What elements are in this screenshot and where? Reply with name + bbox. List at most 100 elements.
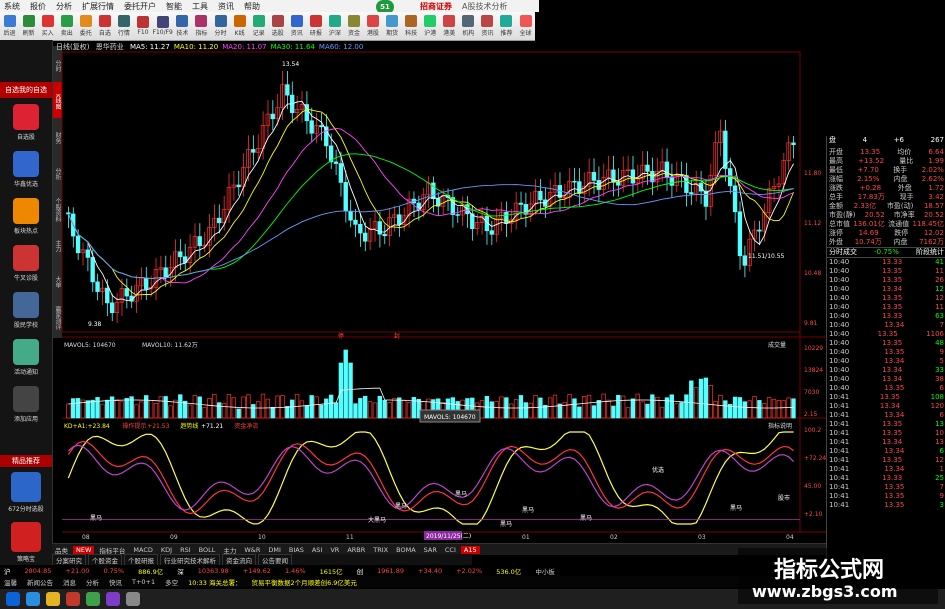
candle-body[interactable] [105, 287, 110, 304]
volume-bar[interactable] [596, 400, 601, 419]
volume-bar[interactable] [187, 404, 193, 419]
volume-bar[interactable] [684, 394, 689, 419]
info-item-6[interactable]: 多空 [165, 577, 178, 587]
info-item-5[interactable]: T+0+1 [132, 578, 155, 586]
volume-bar[interactable] [275, 395, 280, 419]
volume-bar[interactable] [737, 397, 743, 419]
volume-bar[interactable] [698, 378, 704, 419]
volume-bar[interactable] [207, 398, 212, 419]
volume-bar[interactable] [679, 402, 684, 419]
research-tab-3[interactable]: 行业研究技术解析 [160, 553, 220, 566]
chat-icon[interactable] [86, 592, 100, 606]
indicator-tab-9[interactable]: DMI [265, 546, 284, 554]
candle-body[interactable] [669, 176, 674, 186]
volume-bar[interactable] [333, 402, 339, 419]
candle-body[interactable] [338, 163, 344, 183]
info-item-2[interactable]: 消息 [63, 577, 76, 587]
media-icon[interactable] [106, 592, 120, 606]
volume-bar[interactable] [489, 401, 494, 419]
candle-body[interactable] [723, 130, 728, 169]
volume-bar[interactable] [762, 403, 767, 419]
volume-bar[interactable] [226, 394, 232, 419]
candle-body[interactable] [382, 233, 387, 237]
candle-body[interactable] [124, 288, 129, 297]
volume-bar[interactable] [382, 400, 387, 419]
volume-bar[interactable] [674, 403, 679, 419]
indicator-tab-17[interactable]: CCI [442, 546, 459, 554]
candle-body[interactable] [343, 182, 348, 212]
indicator-tab-15[interactable]: BOMA [393, 546, 419, 554]
volume-bar[interactable] [757, 400, 762, 419]
volume-bar[interactable] [392, 398, 397, 419]
volume-bar[interactable] [708, 384, 713, 419]
indicator-tab-18[interactable]: A15 [460, 545, 480, 554]
volume-bar[interactable] [90, 399, 95, 419]
volume-bar[interactable] [134, 404, 139, 419]
indicator-tab-4[interactable]: KDJ [158, 546, 175, 554]
volume-bar[interactable] [353, 403, 358, 419]
volume-bar[interactable] [290, 399, 295, 419]
volume-bar[interactable] [650, 394, 655, 419]
candle-body[interactable] [596, 180, 601, 190]
indicator-tab-8[interactable]: W&R [241, 546, 263, 554]
candle-body[interactable] [732, 185, 738, 213]
indicator-tab-6[interactable]: BOLL [196, 546, 219, 554]
volume-bar[interactable] [260, 393, 266, 419]
volume-bar[interactable] [265, 398, 271, 419]
volume-bar[interactable] [577, 406, 582, 419]
candle-body[interactable] [75, 235, 81, 254]
volume-bar[interactable] [538, 397, 543, 419]
volume-bar[interactable] [95, 397, 100, 419]
volume-bar[interactable] [387, 402, 392, 419]
volume-bar[interactable] [776, 400, 782, 419]
volume-bar[interactable] [348, 362, 353, 419]
indicator-tab-10[interactable]: BIAS [286, 546, 307, 554]
volume-bar[interactable] [640, 401, 645, 419]
volume-bar[interactable] [280, 395, 285, 419]
candle-body[interactable] [66, 212, 71, 215]
volume-bar[interactable] [309, 395, 314, 419]
volume-bar[interactable] [620, 395, 626, 419]
candle-body[interactable] [109, 302, 115, 314]
volume-bar[interactable] [343, 349, 348, 419]
volume-bar[interactable] [192, 395, 198, 419]
volume-bar[interactable] [285, 406, 290, 419]
volume-bar[interactable] [586, 394, 592, 419]
volume-bar[interactable] [397, 397, 402, 419]
volume-bar[interactable] [182, 400, 188, 419]
volume-bar[interactable] [742, 401, 747, 419]
candle-body[interactable] [358, 223, 363, 234]
volume-bar[interactable] [616, 394, 621, 419]
candle-body[interactable] [163, 267, 168, 278]
windows-start-icon[interactable] [6, 592, 20, 606]
candle-body[interactable] [591, 172, 597, 181]
volume-bar[interactable] [163, 396, 168, 419]
volume-bar[interactable] [158, 396, 163, 419]
volume-bar[interactable] [523, 402, 528, 419]
candle-body[interactable] [319, 125, 324, 128]
volume-bar[interactable] [747, 400, 752, 419]
volume-bar[interactable] [139, 401, 144, 419]
candle-body[interactable] [95, 281, 100, 292]
volume-bar[interactable] [75, 398, 81, 419]
volume-bar[interactable] [689, 380, 694, 419]
kline-chart-area[interactable]: 11.80 11.12 10.48 9.81 13.54 9.38 11.51/10.55… [0, 0, 945, 545]
trading-app-icon[interactable] [66, 592, 80, 606]
volume-bar[interactable] [401, 399, 407, 419]
volume-bar[interactable] [669, 394, 674, 419]
volume-bar[interactable] [119, 401, 125, 419]
candle-body[interactable] [309, 120, 314, 134]
candle-body[interactable] [616, 181, 621, 186]
candle-body[interactable] [504, 211, 509, 224]
candle-body[interactable] [270, 113, 275, 120]
candle-body[interactable] [251, 149, 256, 153]
candle-body[interactable] [197, 236, 202, 247]
candle-body[interactable] [577, 181, 582, 194]
candle-body[interactable] [630, 169, 636, 184]
volume-bar[interactable] [363, 395, 368, 419]
volume-bar[interactable] [513, 399, 519, 419]
volume-bar[interactable] [718, 395, 723, 419]
candle-body[interactable] [85, 249, 90, 258]
volume-bar[interactable] [314, 396, 319, 419]
volume-bar[interactable] [582, 396, 587, 419]
